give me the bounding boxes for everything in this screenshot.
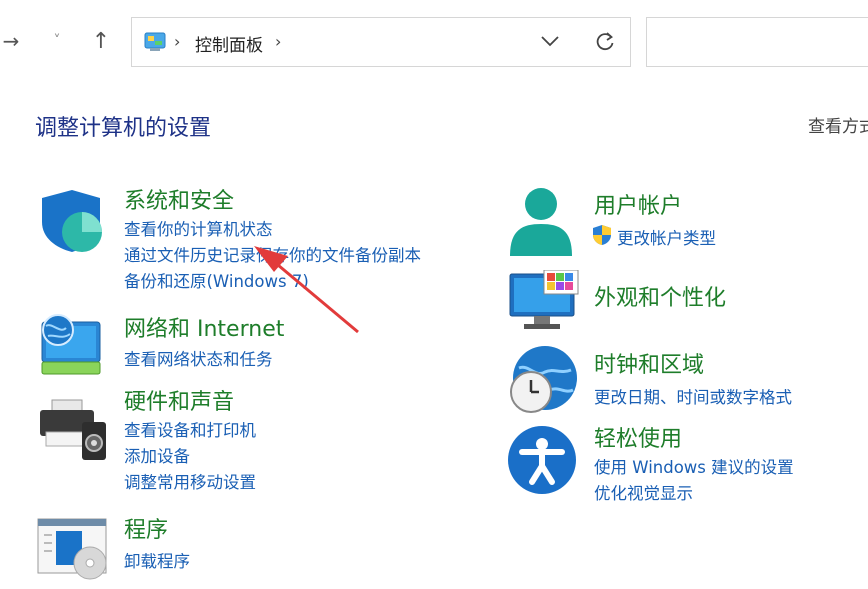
programs-icon[interactable] [36, 517, 108, 585]
link-mobility-settings[interactable]: 调整常用移动设置 [124, 469, 256, 493]
category-title-system-security[interactable]: 系统和安全 [124, 183, 234, 215]
category-title-programs[interactable]: 程序 [124, 512, 168, 544]
link-devices-printers[interactable]: 查看设备和打印机 [124, 417, 256, 441]
link-uninstall-program[interactable]: 卸载程序 [124, 548, 190, 572]
breadcrumb-separator: › [174, 32, 180, 51]
link-change-date-time-format[interactable]: 更改日期、时间或数字格式 [594, 384, 792, 408]
category-title-network[interactable]: 网络和 Internet [124, 311, 284, 343]
forward-arrow-icon: → [3, 29, 20, 53]
search-input[interactable] [646, 17, 868, 67]
appearance-monitor-icon[interactable] [508, 270, 580, 336]
link-add-device[interactable]: 添加设备 [124, 443, 190, 467]
control-panel-icon [144, 32, 166, 56]
chevron-down-icon: ˅ [54, 33, 61, 49]
printer-icon[interactable] [38, 398, 108, 466]
shield-icon[interactable] [38, 188, 106, 260]
link-recommended-settings[interactable]: 使用 Windows 建议的设置 [594, 454, 794, 478]
network-globe-icon[interactable] [36, 308, 106, 382]
accessibility-icon[interactable] [506, 424, 578, 500]
forward-button[interactable]: → [0, 26, 26, 56]
clock-globe-icon[interactable] [505, 344, 579, 422]
category-title-clock-region[interactable]: 时钟和区域 [594, 347, 704, 379]
category-title-appearance[interactable]: 外观和个性化 [594, 280, 726, 312]
breadcrumb-chevron[interactable]: › [275, 32, 281, 51]
category-title-hardware-sound[interactable]: 硬件和声音 [124, 384, 234, 416]
user-account-icon[interactable] [508, 186, 574, 262]
refresh-icon[interactable] [594, 31, 616, 57]
link-file-history-backup[interactable]: 通过文件历史记录保存你的文件备份副本 [124, 242, 421, 266]
link-view-computer-status[interactable]: 查看你的计算机状态 [124, 216, 273, 240]
recent-locations-button[interactable]: ˅ [42, 26, 72, 56]
breadcrumb-control-panel[interactable]: 控制面板 [195, 31, 263, 56]
page-title: 调整计算机的设置 [35, 110, 211, 142]
up-arrow-icon: ↑ [92, 29, 110, 54]
up-button[interactable]: ↑ [86, 26, 116, 56]
link-change-account-type[interactable]: 更改帐户类型 [617, 225, 716, 249]
view-by-label[interactable]: 查看方式 [808, 112, 868, 137]
uac-shield-icon [591, 224, 613, 250]
category-title-ease-of-access[interactable]: 轻松使用 [594, 421, 682, 453]
address-dropdown-icon[interactable] [540, 33, 560, 53]
link-network-status[interactable]: 查看网络状态和任务 [124, 346, 273, 370]
link-backup-restore[interactable]: 备份和还原(Windows 7) [124, 268, 309, 292]
category-title-user-accounts[interactable]: 用户帐户 [594, 188, 682, 220]
link-optimize-display[interactable]: 优化视觉显示 [594, 480, 693, 504]
address-bar[interactable]: › 控制面板 › [131, 17, 631, 67]
annotation-arrow [0, 0, 868, 589]
